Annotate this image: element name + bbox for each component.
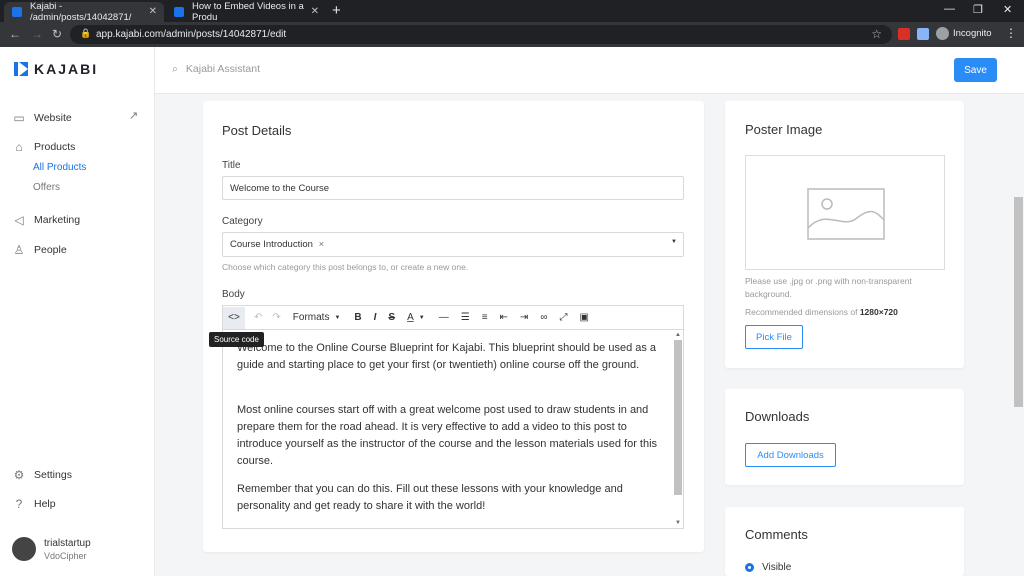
category-label: Category — [222, 216, 263, 227]
close-tab-icon[interactable]: ✕ — [311, 6, 319, 17]
post-details-heading: Post Details — [222, 123, 292, 138]
incognito-icon — [936, 27, 949, 40]
body-paragraph-2: Most online courses start off with a gre… — [237, 404, 658, 467]
horizontal-rule-icon[interactable]: — — [434, 307, 454, 329]
kajabi-favicon-icon — [12, 7, 22, 17]
chevron-down-icon: ▼ — [418, 314, 425, 321]
source-code-tooltip: Source code — [209, 332, 264, 347]
poster-image-hint: Please use .jpg or .png with non-transpa… — [745, 276, 912, 299]
comments-heading: Comments — [745, 527, 808, 542]
lock-icon: 🔒 — [80, 28, 92, 38]
remove-category-icon[interactable]: × — [319, 239, 325, 250]
source-code-button[interactable]: <> — [223, 306, 245, 329]
sidebar-item-help[interactable]: ? Help — [12, 497, 56, 511]
title-label: Title — [222, 160, 241, 171]
page-scrollbar[interactable] — [1014, 197, 1023, 407]
sidebar: KAJABI ▭ Website ↗ ⌂ Products All Produc… — [0, 47, 155, 576]
poster-image-placeholder[interactable] — [745, 155, 945, 270]
redo-icon[interactable]: ↷ — [267, 307, 285, 329]
category-select[interactable]: Course Introduction × ▼ — [222, 232, 684, 257]
radio-selected-icon[interactable] — [745, 563, 754, 572]
text-color-button[interactable]: A ▼ — [402, 307, 430, 329]
restore-icon[interactable]: ❐ — [973, 3, 983, 16]
downloads-heading: Downloads — [745, 409, 810, 424]
browser-tab-bar: Kajabi - /admin/posts/14042871/ ✕ How to… — [0, 0, 1024, 23]
incognito-indicator[interactable]: Incognito — [936, 27, 992, 40]
sidebar-item-all-products[interactable]: All Products — [33, 162, 86, 173]
image-icon[interactable]: ▣ — [574, 307, 593, 329]
italic-icon[interactable]: I — [369, 307, 382, 329]
text-color-icon: A — [407, 312, 414, 323]
chevron-down-icon: ▼ — [671, 239, 677, 245]
numbered-list-icon[interactable]: ≡ — [477, 307, 493, 329]
avatar — [12, 537, 36, 561]
link-icon[interactable]: ∞ — [535, 307, 552, 329]
editor-toolbar: <> ↶ ↷ Formats ▼ B I S A ▼ — ☰ ≡ ⇤ ⇥ ∞ ⤢… — [222, 305, 684, 329]
bold-icon[interactable]: B — [349, 307, 366, 329]
close-tab-icon[interactable]: ✕ — [149, 6, 157, 17]
sidebar-item-products[interactable]: ⌂ Products — [12, 140, 75, 154]
editor-scrollbar[interactable] — [674, 340, 682, 495]
add-downloads-button[interactable]: Add Downloads — [745, 443, 836, 467]
pick-file-button[interactable]: Pick File — [745, 325, 803, 349]
image-placeholder-icon — [807, 188, 885, 240]
reload-icon[interactable]: ↻ — [52, 27, 62, 41]
extension-icon[interactable] — [898, 28, 910, 40]
help-icon: ? — [15, 497, 23, 511]
body-label: Body — [222, 289, 245, 300]
sidebar-item-marketing[interactable]: ◁ Marketing — [12, 213, 80, 227]
kajabi-logo[interactable]: KAJABI — [14, 61, 98, 77]
megaphone-icon: ◁ — [14, 213, 24, 227]
save-button[interactable]: Save — [954, 58, 997, 82]
sidebar-item-people[interactable]: ♙ People — [12, 243, 67, 257]
undo-icon[interactable]: ↶ — [249, 307, 267, 329]
back-icon[interactable]: ← — [9, 27, 21, 41]
external-link-icon[interactable]: ↗ — [129, 109, 138, 122]
monitor-icon: ▭ — [13, 111, 25, 125]
bullet-list-icon[interactable]: ☰ — [456, 307, 475, 329]
gear-icon: ⚙ — [13, 468, 25, 482]
poster-image-heading: Poster Image — [745, 122, 823, 137]
sidebar-item-offers[interactable]: Offers — [33, 182, 60, 193]
body-paragraph-1: Welcome to the Online Course Blueprint f… — [237, 342, 657, 371]
address-bar: ← → ↻ 🔒 app.kajabi.com/admin/posts/14042… — [0, 22, 1024, 47]
tag-icon: ⌂ — [15, 140, 23, 154]
browser-menu-icon[interactable]: ⋮ — [1005, 26, 1017, 40]
new-tab-icon[interactable]: + — [332, 2, 341, 19]
user-profile[interactable]: trialstartup VdoCipher — [12, 537, 91, 561]
url-field[interactable]: 🔒 app.kajabi.com/admin/posts/14042871/ed… — [70, 25, 892, 44]
person-icon: ♙ — [13, 243, 25, 257]
tab-kajabi[interactable]: Kajabi - /admin/posts/14042871/ ✕ — [4, 1, 164, 23]
comments-visible-option[interactable]: Visible — [745, 562, 791, 573]
scroll-up-icon[interactable]: ▲ — [675, 332, 681, 338]
scroll-down-icon[interactable]: ▼ — [675, 520, 681, 526]
bookmark-star-icon[interactable]: ☆ — [871, 27, 882, 41]
strikethrough-icon[interactable]: S — [383, 307, 400, 329]
downloads-card — [725, 389, 964, 485]
kajabi-favicon-icon — [174, 7, 184, 17]
app-header: ⌕ Kajabi Assistant Save — [155, 47, 1024, 94]
formats-dropdown[interactable]: Formats ▼ — [288, 307, 346, 329]
body-paragraph-3: Remember that you can do this. Fill out … — [237, 483, 623, 512]
body-editor[interactable]: Welcome to the Online Course Blueprint f… — [222, 329, 684, 529]
sidebar-item-settings[interactable]: ⚙ Settings — [12, 468, 72, 482]
outdent-icon[interactable]: ⇤ — [495, 307, 513, 329]
search-icon: ⌕ — [172, 63, 178, 75]
forward-icon[interactable]: → — [31, 27, 43, 41]
puzzle-icon[interactable] — [917, 28, 929, 40]
title-input[interactable]: Welcome to the Course — [222, 176, 684, 200]
sidebar-item-website[interactable]: ▭ Website — [12, 111, 71, 125]
indent-icon[interactable]: ⇥ — [515, 307, 533, 329]
category-hint: Choose which category this post belongs … — [222, 262, 469, 272]
poster-dimensions: Recommended dimensions of 1280×720 — [745, 307, 898, 317]
fullscreen-icon[interactable]: ⤢ — [554, 307, 572, 329]
chevron-down-icon: ▼ — [334, 314, 341, 321]
kajabi-assistant-search[interactable]: ⌕ Kajabi Assistant — [172, 63, 260, 76]
tab-embed-videos[interactable]: How to Embed Videos in a Produ ✕ — [166, 1, 326, 23]
minimize-icon[interactable]: — — [944, 3, 955, 15]
kajabi-logo-icon — [14, 62, 28, 76]
close-window-icon[interactable]: ✕ — [1003, 3, 1012, 16]
